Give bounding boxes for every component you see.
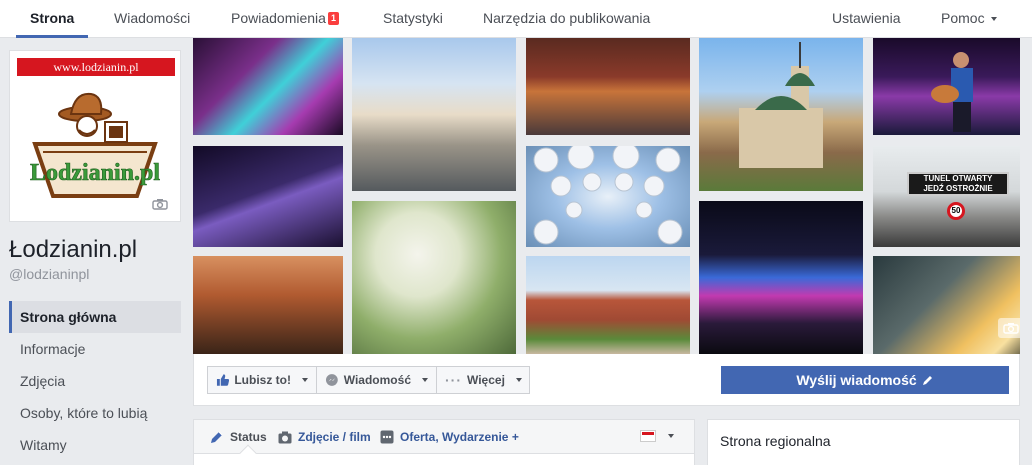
chevron-down-icon xyxy=(422,378,428,382)
composer-photo-label: Zdjęcie / film xyxy=(298,430,371,444)
page-username[interactable]: @lodzianinpl xyxy=(9,266,89,282)
page-action-bar: Lubisz to! Wiadomość ··· Więcej Wyślij w… xyxy=(193,354,1020,406)
tab-wiadomosci[interactable]: Wiadomości xyxy=(114,0,190,38)
message-button[interactable]: Wiadomość xyxy=(316,366,437,394)
chevron-down-icon xyxy=(668,434,674,438)
guitarist-silhouette xyxy=(931,52,973,132)
composer-tab-offer[interactable]: Oferta, Wydarzenie + xyxy=(380,430,519,444)
cover-photo-blossom-tree xyxy=(352,201,516,354)
regional-page-label: Strona regionalna xyxy=(720,433,831,449)
camera-icon xyxy=(278,431,292,443)
cover-photo-concert xyxy=(873,38,1032,135)
page-left-nav: Strona główna Informacje Zdjęcia Osoby, … xyxy=(9,301,181,461)
tunnel-sign-line2: JEDŹ OSTROŻNIE xyxy=(923,184,993,193)
more-button[interactable]: ··· Więcej xyxy=(436,366,530,394)
help-menu[interactable]: Pomoc xyxy=(941,0,997,38)
message-label: Wiadomość xyxy=(343,373,411,387)
cover-photo-nightclub xyxy=(193,38,343,135)
thumbs-up-icon xyxy=(216,374,230,386)
leftnav-item-photos[interactable]: Zdjęcia xyxy=(9,365,181,397)
cathedral-silhouette xyxy=(739,42,823,168)
cover-photo-light-festival xyxy=(699,201,863,354)
tab-narzedzia[interactable]: Narzędzia do publikowania xyxy=(483,0,650,38)
settings-label: Ustawienia xyxy=(832,10,901,26)
tunnel-sign: TUNEL OTWARTY JEDŹ OSTROŻNIE xyxy=(907,172,1009,196)
tab-strona[interactable]: Strona xyxy=(16,0,89,38)
page-title: Łodzianin.pl xyxy=(9,236,138,263)
speed-limit-sign: 50 xyxy=(947,202,965,220)
notification-badge: 1 xyxy=(327,12,339,25)
more-options-icon xyxy=(380,430,394,444)
page-avatar-icon xyxy=(640,430,656,442)
leftnav-item-about[interactable]: Informacje xyxy=(9,333,181,365)
camera-icon[interactable] xyxy=(147,194,173,214)
tab-label: Strona xyxy=(30,10,75,26)
logo-boat-icon: Lodzianin.pl xyxy=(30,92,161,198)
send-message-label: Wyślij wiadomość xyxy=(796,372,917,388)
tab-label: Powiadomienia xyxy=(231,10,326,26)
chevron-down-icon xyxy=(990,17,997,21)
post-as-selector[interactable] xyxy=(640,430,674,442)
cover-photo-sunset-station xyxy=(873,256,1032,354)
chevron-down-icon xyxy=(515,378,522,382)
more-dots-icon: ··· xyxy=(445,372,462,388)
like-label: Lubisz to! xyxy=(234,373,291,387)
like-button[interactable]: Lubisz to! xyxy=(207,366,317,394)
cover-photo-collage[interactable]: TUNEL OTWARTY JEDŹ OSTROŻNIE 50 xyxy=(193,38,1032,354)
tab-label: Statystyki xyxy=(383,10,443,26)
leftnav-item-home[interactable]: Strona główna xyxy=(9,301,181,333)
help-label: Pomoc xyxy=(941,10,985,26)
post-composer: Status Zdjęcie / film Oferta, Wydarzenie… xyxy=(193,419,695,465)
page-top-nav: Strona Wiadomości Powiadomienia 1 Statyst… xyxy=(0,0,1032,38)
composer-tab-status[interactable]: Status xyxy=(210,430,267,444)
cover-photo-umbrellas xyxy=(526,146,690,247)
regional-page-card: Strona regionalna xyxy=(707,419,1020,465)
pencil-icon xyxy=(211,431,223,443)
leftnav-item-likes[interactable]: Osoby, które to lubią xyxy=(9,397,181,429)
logo-wordmark: Lodzianin.pl xyxy=(30,160,160,186)
send-message-button[interactable]: Wyślij wiadomość xyxy=(721,366,1009,394)
composer-tab-photo[interactable]: Zdjęcie / film xyxy=(278,430,371,444)
leftnav-item-welcome[interactable]: Witamy xyxy=(9,429,181,461)
cover-photo-piotrkowska-street xyxy=(352,38,516,191)
tunnel-sign-line1: TUNEL OTWARTY xyxy=(923,174,993,183)
composer-body[interactable] xyxy=(194,453,694,465)
tab-label: Narzędzia do publikowania xyxy=(483,10,651,26)
messenger-icon xyxy=(325,374,338,386)
chevron-down-icon xyxy=(302,378,308,382)
tab-label: Wiadomości xyxy=(114,10,191,26)
logo-url-banner: www.lodzianin.pl xyxy=(17,58,175,76)
composer-offer-label: Oferta, Wydarzenie + xyxy=(400,430,519,444)
profile-picture[interactable]: www.lodzianin.pl Lodzianin.pl xyxy=(9,50,181,222)
cover-photo-tunnel-sign: TUNEL OTWARTY JEDŹ OSTROŻNIE 50 xyxy=(873,146,1032,247)
settings-link[interactable]: Ustawienia xyxy=(832,0,900,38)
profile-logo: www.lodzianin.pl Lodzianin.pl xyxy=(13,54,177,218)
cover-photo-red-palace xyxy=(526,256,690,354)
composer-status-label: Status xyxy=(230,430,267,444)
umbrella-pattern xyxy=(533,146,683,245)
pencil-icon xyxy=(922,376,932,385)
tab-powiadomienia[interactable]: Powiadomienia 1 xyxy=(231,0,339,38)
cover-photo-brick-yard xyxy=(193,256,343,354)
page-gutter xyxy=(1020,38,1032,465)
tab-statystyki[interactable]: Statystyki xyxy=(383,0,443,38)
cover-photo-dark-corridor xyxy=(193,146,343,247)
more-label: Więcej xyxy=(467,373,505,387)
cover-photo-orthodox-cathedral xyxy=(699,38,863,191)
cover-photo-manufaktura-night xyxy=(526,38,690,135)
